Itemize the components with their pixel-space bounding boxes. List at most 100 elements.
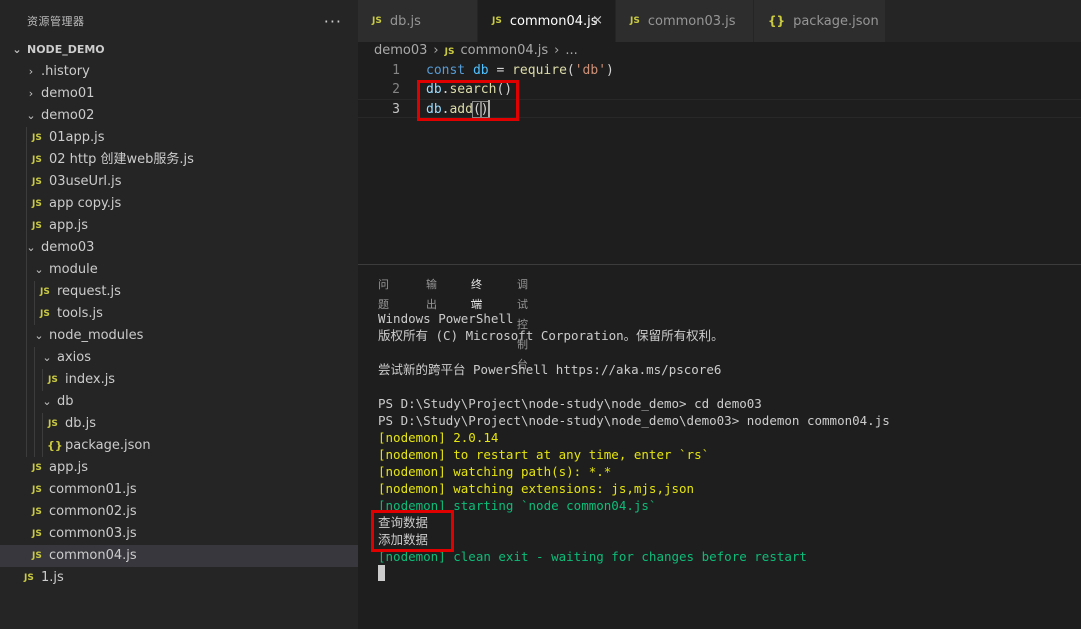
code-identifier: db (426, 102, 442, 117)
chevron-down-icon: ⌄ (12, 43, 22, 56)
tree-item-label: index.js (65, 372, 116, 387)
js-file-icon: JS (372, 16, 382, 26)
line-number: 1 (392, 63, 400, 78)
js-file-icon: JS (444, 47, 455, 57)
tree-file-03useurl[interactable]: JS 03useUrl.js (0, 171, 358, 193)
tree-item-label: 1.js (41, 570, 64, 585)
tree-file-common01[interactable]: JS common01.js (0, 479, 358, 501)
tree-file-app-copy[interactable]: JS app copy.js (0, 193, 358, 215)
tree-item-label: 03useUrl.js (49, 174, 122, 189)
terminal-line: Windows PowerShell (378, 311, 514, 326)
tab-output[interactable]: 输出 (426, 275, 437, 311)
js-file-icon: JS (32, 507, 42, 517)
sidebar-title: 资源管理器 (27, 15, 85, 28)
tree-folder-history[interactable]: › .history (0, 61, 358, 83)
more-actions-icon[interactable]: ··· (324, 12, 342, 31)
tree-folder-node-modules[interactable]: ⌄ node_modules (0, 325, 358, 347)
js-file-icon: JS (40, 309, 50, 319)
chevron-down-icon: ⌄ (26, 241, 36, 254)
tree-file-package-json[interactable]: {} package.json (0, 435, 358, 457)
explorer-sidebar: 资源管理器 ··· ⌄ NODE_DEMO › .history › demo0… (0, 0, 358, 629)
tree-file-1js[interactable]: JS 1.js (0, 567, 358, 589)
tree-file-app[interactable]: JS app.js (0, 215, 358, 237)
tree-file-db[interactable]: JS db.js (0, 413, 358, 435)
tree-file-common02[interactable]: JS common02.js (0, 501, 358, 523)
js-file-icon: JS (492, 16, 502, 26)
tree-root-node-demo[interactable]: ⌄ NODE_DEMO (0, 39, 358, 61)
tree-item-label: tools.js (57, 306, 103, 321)
chevron-right-icon: › (28, 87, 34, 100)
close-icon[interactable]: × (592, 13, 603, 28)
breadcrumb-symbol[interactable]: ... (565, 43, 577, 58)
tree-item-label: demo03 (41, 240, 95, 255)
text-cursor (488, 100, 490, 117)
code-paren: ( (566, 63, 575, 78)
tree-file-01app[interactable]: JS 01app.js (0, 127, 358, 149)
tree-folder-demo01[interactable]: › demo01 (0, 83, 358, 105)
tab-package-json[interactable]: {} package.json (754, 0, 886, 42)
tab-label: common04.js (509, 13, 598, 29)
js-file-icon: JS (48, 419, 58, 429)
terminal-line: [nodemon] to restart at any time, enter … (378, 447, 710, 462)
tree-file-02http[interactable]: JS 02 http 创建web服务.js (0, 149, 358, 171)
js-file-icon: JS (32, 463, 42, 473)
code-string: 'db' (574, 63, 607, 78)
tab-problems[interactable]: 问题 (378, 275, 389, 311)
tree-root-label: NODE_DEMO (27, 43, 105, 56)
tree-file-common03[interactable]: JS common03.js (0, 523, 358, 545)
tree-item-label: demo02 (41, 108, 95, 123)
js-file-icon: JS (40, 287, 50, 297)
terminal-line: 添加数据 (378, 532, 429, 547)
tab-debug-console[interactable]: 调试控制台 (517, 275, 528, 371)
tree-folder-module[interactable]: ⌄ module (0, 259, 358, 281)
terminal-line: [nodemon] watching extensions: js,mjs,js… (378, 481, 695, 496)
breadcrumb-separator: › (433, 43, 439, 58)
js-file-icon: JS (32, 133, 42, 143)
code-method: add (449, 102, 473, 117)
tree-item-label: 02 http 创建web服务.js (49, 152, 194, 167)
tree-file-common04[interactable]: JS common04.js (0, 545, 358, 567)
tab-common03-js[interactable]: JS common03.js (616, 0, 754, 42)
code-line-2[interactable]: 2 db.search() (358, 80, 1081, 99)
breadcrumb-file[interactable]: common04.js (460, 43, 548, 58)
tree-file-request[interactable]: JS request.js (0, 281, 358, 303)
tree-item-label: 01app.js (49, 130, 105, 145)
tree-item-label: .history (41, 64, 90, 79)
tree-item-label: db.js (65, 416, 97, 431)
tree-item-label: common04.js (49, 548, 137, 563)
tree-folder-demo03[interactable]: ⌄ demo03 (0, 237, 358, 259)
terminal-line: 版权所有 (C) Microsoft Corporation。保留所有权利。 (378, 328, 724, 343)
terminal-line: 查询数据 (378, 515, 429, 530)
tab-common04-js[interactable]: JS common04.js × (478, 0, 616, 42)
tree-file-app-demo03[interactable]: JS app.js (0, 457, 358, 479)
tree-item-label: common02.js (49, 504, 137, 519)
js-file-icon: JS (32, 199, 42, 209)
breadcrumb: demo03 › JS common04.js ›... (374, 42, 578, 60)
tree-folder-demo02[interactable]: ⌄ demo02 (0, 105, 358, 127)
tree-item-label: app.js (49, 460, 88, 475)
js-file-icon: JS (32, 177, 42, 187)
code-method: search (449, 82, 497, 97)
tree-file-index[interactable]: JS index.js (0, 369, 358, 391)
chevron-down-icon: ⌄ (34, 263, 44, 276)
js-file-icon: JS (24, 573, 34, 583)
code-line-3[interactable]: 3 db.add() (358, 99, 1081, 118)
code-identifier: db (426, 82, 442, 97)
tree-file-tools[interactable]: JS tools.js (0, 303, 358, 325)
terminal-line: PS D:\Study\Project\node-study\node_demo… (378, 413, 890, 428)
chevron-down-icon: ⌄ (42, 395, 52, 408)
js-file-icon: JS (32, 221, 42, 231)
js-file-icon: JS (32, 529, 42, 539)
code-text: const db = require('db') (426, 61, 614, 80)
code-line-1[interactable]: 1 const db = require('db') (358, 61, 1081, 80)
tab-terminal[interactable]: 终端 (471, 275, 482, 311)
breadcrumb-folder[interactable]: demo03 (374, 43, 427, 58)
tab-db-js[interactable]: JS db.js (358, 0, 478, 42)
editor-tab-bar: JS db.js JS common04.js × JS common03.js… (358, 0, 1081, 42)
tree-folder-db[interactable]: ⌄ db (0, 391, 358, 413)
tree-folder-axios[interactable]: ⌄ axios (0, 347, 358, 369)
chevron-right-icon: › (28, 65, 34, 78)
tree-item-label: app copy.js (49, 196, 122, 211)
json-file-icon: {} (768, 14, 786, 28)
sidebar-header: 资源管理器 ··· (0, 0, 358, 42)
